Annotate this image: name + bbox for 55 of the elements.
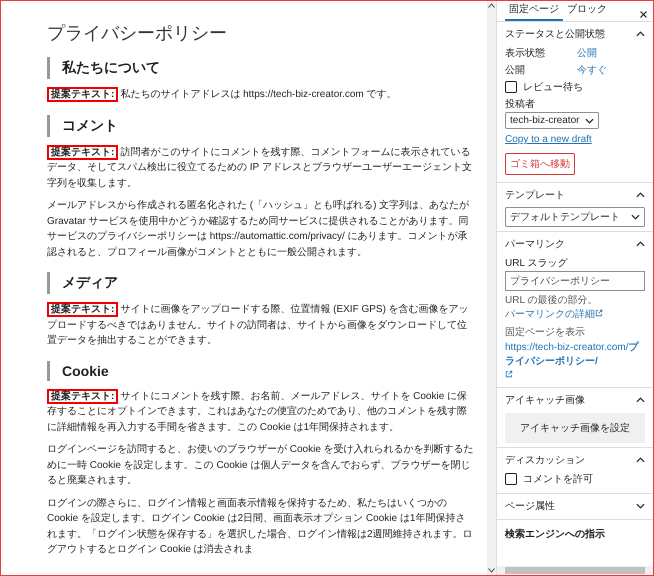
- checkbox[interactable]: [505, 81, 517, 93]
- input-field[interactable]: プライバシーポリシー: [505, 271, 645, 291]
- chevron-icon: [636, 397, 645, 403]
- paragraph-text: 提案テキスト: 私たちのサイトアドレスは https://tech-biz-creator.com です。: [47, 87, 475, 102]
- paragraph-text: メールアドレスから作成される匿名化された (「ハッシュ」とも呼ばれる) 文字列は、あなたが Gravatar サービスを使用中かどうか確認するため同サービスに提供されることがあります。同サービスのプライバシーポリシーは https://automattic.com/privacy/ にあります。コメントが承認されると、プロフィール画像がコメントとともに一般公開されます。: [47, 198, 470, 260]
- sidebar-tab[interactable]: ブロック: [563, 1, 611, 21]
- checkbox-label: コメントを許可: [523, 472, 593, 486]
- paragraph-text: ログインページを訪問すると、お使いのブラウザーが Cookie を受け入れられるかを判断するために一時 Cookie を設定します。この Cookie は個人データを含んでおらず、ブラウザーを閉じると廃棄されます。: [47, 442, 475, 488]
- chevron-icon: [585, 118, 594, 124]
- panel-title[interactable]: ステータスと公開状態: [505, 27, 605, 41]
- field-label: 公開: [505, 64, 526, 77]
- set-image-button[interactable]: アイキャッチ画像を設定: [505, 413, 645, 443]
- paragraph-text: 提案テキスト: 訪問者がこのサイトにコメントを残す際、コメントフォームに表示されているデータ、そしてスパム検出に役立てるための IP アドレスとブラウザーユーザーエージェント文字列を収集します。: [47, 144, 473, 190]
- section-heading: メディア: [47, 272, 475, 294]
- field-label: URL スラッグ: [505, 257, 568, 270]
- scrollbar[interactable]: [487, 1, 496, 575]
- field-value-link[interactable]: 今すぐ: [577, 63, 607, 77]
- panel-title[interactable]: パーマリンク: [505, 237, 565, 251]
- paragraph-text: 提案テキスト: サイトに画像をアップロードする際、位置情報 (EXIF GPS) を含む画像をアップロードするべきではありません。サイトの訪問者は、サイトから画像をダウンロードして位置データを抽出することができます。: [47, 302, 470, 348]
- link[interactable]: Copy to a new draft: [505, 134, 592, 145]
- trash-button[interactable]: ゴミ箱へ移動: [505, 153, 575, 175]
- section-heading: Cookie: [47, 360, 475, 380]
- field-value-link[interactable]: 公開: [577, 46, 597, 60]
- panel-title[interactable]: ページ属性: [505, 499, 555, 513]
- link[interactable]: パーマリンクの詳細: [505, 309, 595, 320]
- section-heading: 私たちについて: [47, 57, 475, 79]
- field-label: 投稿者: [505, 98, 536, 111]
- chevron-icon: [636, 241, 645, 247]
- select-field[interactable]: tech-biz-creator: [505, 112, 600, 129]
- panel-title[interactable]: アイキャッチ画像: [505, 393, 585, 407]
- scrollbar[interactable]: [497, 566, 653, 575]
- chevron-icon: [636, 31, 645, 37]
- checkbox[interactable]: [505, 473, 517, 485]
- chevron-icon: [636, 457, 645, 463]
- page-url-link[interactable]: https://tech-biz-creator.com/プライバシーポリシー/: [505, 341, 645, 369]
- panel-title[interactable]: テンプレート: [505, 188, 565, 202]
- field-label: 表示状態: [505, 46, 546, 60]
- external-link-icon: [595, 309, 603, 317]
- chevron-icon: [636, 192, 645, 198]
- scroll-up-icon[interactable]: [488, 1, 495, 10]
- chevron-icon: [631, 214, 640, 220]
- panel-title[interactable]: ディスカッション: [505, 453, 585, 467]
- section-heading: コメント: [47, 114, 475, 136]
- select-field[interactable]: デフォルトテンプレート: [505, 207, 645, 227]
- caption-text: 固定ページを表示: [505, 326, 586, 339]
- checkbox-label: レビュー待ち: [523, 80, 583, 94]
- help-text: URL の最後の部分。: [505, 295, 598, 306]
- chevron-icon: [636, 503, 645, 509]
- panel-title[interactable]: 検索エンジンへの指示: [497, 520, 653, 548]
- scroll-down-icon[interactable]: [488, 566, 495, 575]
- page-title: プライバシーポリシー: [47, 22, 228, 45]
- external-link-icon: [505, 370, 513, 378]
- paragraph-text: ログインの際さらに、ログイン情報と画面表示情報を保持するため、私たちはいくつかの Cookie を設定します。ログイン Cookie は2日間、画面表示オプション Cookie は1年間保持されます。「ログイン状態を保存する」を選択した場合、ログイン情報は2週間維持されます。ログアウトするとログイン Cookie は消去されま: [47, 496, 474, 557]
- paragraph-text: 提案テキスト: サイトにコメントを残す際、お名前、メールアドレス、サイトを Cookie に保存することにオプトインできます。これはあなたの便宜のためであり、他のコメントを残す際に詳細情報を再入力する手間を省きます。この Cookie は1年間保持されます。: [47, 388, 468, 434]
- sidebar-tab[interactable]: 固定ページ: [505, 1, 563, 21]
